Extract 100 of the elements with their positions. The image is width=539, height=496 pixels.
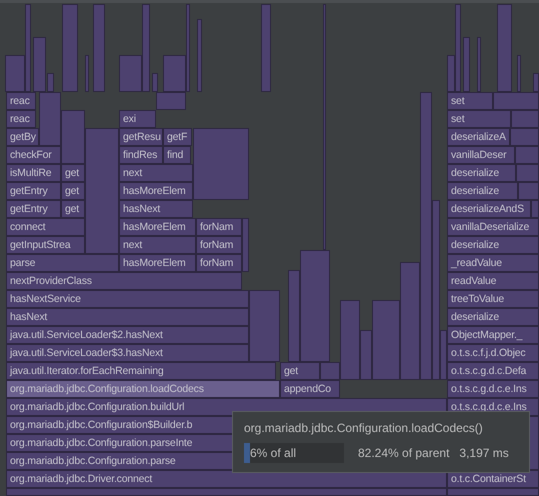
stack-frame[interactable] [156, 92, 186, 110]
stack-frame[interactable]: get [61, 164, 85, 182]
stack-frame[interactable] [186, 4, 190, 92]
stack-frame[interactable] [510, 128, 539, 146]
stack-frame[interactable]: hasNextService [6, 290, 249, 308]
stack-frame[interactable] [517, 55, 521, 92]
stack-frame[interactable] [61, 110, 85, 164]
stack-frame[interactable] [39, 92, 61, 146]
stack-frame[interactable] [518, 182, 539, 200]
stack-frame[interactable] [511, 110, 539, 128]
stack-frame[interactable] [455, 4, 461, 92]
stack-frame[interactable]: set [447, 92, 493, 110]
stack-frame[interactable]: getEntry [6, 200, 61, 218]
stack-frame[interactable] [5, 55, 25, 92]
stack-frame[interactable] [249, 290, 280, 362]
stack-frame[interactable] [242, 218, 249, 272]
stack-frame[interactable]: o.t.s.c.f.j.d.Objec [447, 344, 539, 362]
stack-frame[interactable] [25, 4, 31, 92]
stack-frame[interactable] [288, 270, 300, 362]
stack-frame[interactable]: findRes [119, 146, 163, 164]
stack-frame[interactable]: reac [6, 110, 36, 128]
stack-frame[interactable] [323, 4, 326, 250]
stack-frame[interactable] [62, 4, 78, 92]
stack-frame[interactable] [163, 55, 186, 92]
stack-frame[interactable] [320, 362, 340, 380]
stack-frame[interactable]: forNam [196, 254, 242, 272]
stack-frame[interactable] [85, 55, 89, 92]
stack-frame[interactable]: connect [6, 218, 85, 236]
stack-frame[interactable]: o.t.s.c.g.d.c.Defa [447, 362, 539, 380]
stack-frame[interactable]: checkFor [6, 146, 61, 164]
stack-frame[interactable]: deserialize [447, 164, 516, 182]
stack-frame[interactable]: vanillaDeserialize [447, 218, 539, 236]
stack-frame[interactable]: get [61, 182, 85, 200]
stack-frame[interactable] [47, 73, 54, 92]
stack-frame[interactable] [515, 146, 539, 164]
stack-frame[interactable]: treeToValue [447, 290, 539, 308]
stack-frame[interactable] [372, 300, 400, 380]
stack-frame[interactable]: reac [6, 92, 36, 110]
stack-frame[interactable]: forNam [196, 218, 242, 236]
stack-frame[interactable]: o.t.s.c.g.d.c.e.Ins [447, 380, 539, 398]
stack-frame[interactable] [516, 164, 539, 182]
stack-frame[interactable]: getEntry [6, 182, 61, 200]
stack-frame[interactable]: ObjectMapper._ [447, 326, 539, 344]
stack-frame[interactable]: get [61, 200, 85, 218]
stack-frame[interactable] [531, 200, 539, 218]
stack-frame[interactable] [85, 128, 119, 254]
stack-frame[interactable] [93, 4, 105, 92]
stack-frame[interactable]: nextProviderClass [6, 272, 242, 290]
stack-frame[interactable]: org.mariadb.jdbc.Driver.connect [6, 470, 447, 488]
stack-frame[interactable] [142, 4, 150, 92]
stack-frame[interactable] [193, 128, 249, 200]
stack-frame[interactable]: readValue [447, 272, 539, 290]
stack-frame[interactable] [33, 37, 46, 92]
stack-frame[interactable] [533, 73, 539, 92]
stack-frame[interactable]: _readValue [447, 254, 539, 272]
stack-frame[interactable]: getBy [6, 128, 39, 146]
stack-frame[interactable]: hasNext [119, 200, 193, 218]
stack-frame[interactable] [432, 200, 440, 380]
stack-frame[interactable] [497, 4, 512, 92]
stack-frame[interactable]: forNam [196, 236, 242, 254]
stack-frame[interactable]: find [163, 146, 191, 164]
stack-frame[interactable]: org.mariadb.jdbc.Configuration.loadCodecs [6, 380, 280, 398]
stack-frame[interactable] [420, 92, 432, 380]
stack-frame[interactable]: hasMoreElem [119, 254, 196, 272]
stack-frame[interactable]: exi [119, 110, 156, 128]
stack-frame[interactable]: vanillaDeser [447, 146, 515, 164]
stack-frame[interactable]: java.util.ServiceLoader$2.hasNext [6, 326, 249, 344]
stack-frame[interactable] [119, 55, 142, 92]
stack-frame[interactable]: deserialize [447, 182, 518, 200]
stack-frame[interactable]: hasNext [6, 308, 249, 326]
stack-frame[interactable]: deserializeAndS [447, 200, 531, 218]
stack-frame[interactable] [197, 19, 202, 92]
stack-frame[interactable]: hasMoreElem [119, 218, 196, 236]
stack-frame[interactable]: java.util.ServiceLoader$3.hasNext [6, 344, 249, 362]
stack-frame[interactable]: deserialize [447, 236, 539, 254]
stack-frame[interactable]: set [447, 110, 511, 128]
stack-frame[interactable]: getResu [119, 128, 163, 146]
stack-frame[interactable]: getF [163, 128, 192, 146]
stack-frame[interactable] [447, 488, 539, 496]
stack-frame[interactable]: deserializeA [447, 128, 510, 146]
stack-frame[interactable]: next [119, 236, 196, 254]
stack-frame[interactable] [400, 262, 420, 380]
stack-frame[interactable] [152, 73, 158, 92]
stack-frame[interactable] [477, 37, 481, 92]
stack-frame[interactable]: hasMoreElem [119, 182, 193, 200]
stack-frame[interactable]: next [119, 164, 193, 182]
stack-frame[interactable] [463, 37, 470, 92]
stack-frame[interactable] [440, 330, 447, 380]
stack-frame[interactable] [447, 55, 455, 92]
stack-frame[interactable]: deserialize [447, 308, 539, 326]
stack-frame[interactable]: isMultiRe [6, 164, 61, 182]
stack-frame[interactable] [300, 250, 330, 362]
stack-frame[interactable]: java.util.Iterator.forEachRemaining [6, 362, 276, 380]
stack-frame[interactable]: get [280, 362, 320, 380]
stack-frame[interactable] [493, 92, 539, 110]
stack-frame[interactable]: appendCo [280, 380, 340, 398]
stack-frame[interactable]: getInputStrea [6, 236, 85, 254]
stack-frame[interactable] [360, 330, 372, 380]
stack-frame[interactable] [6, 488, 447, 496]
stack-frame[interactable] [340, 300, 360, 380]
